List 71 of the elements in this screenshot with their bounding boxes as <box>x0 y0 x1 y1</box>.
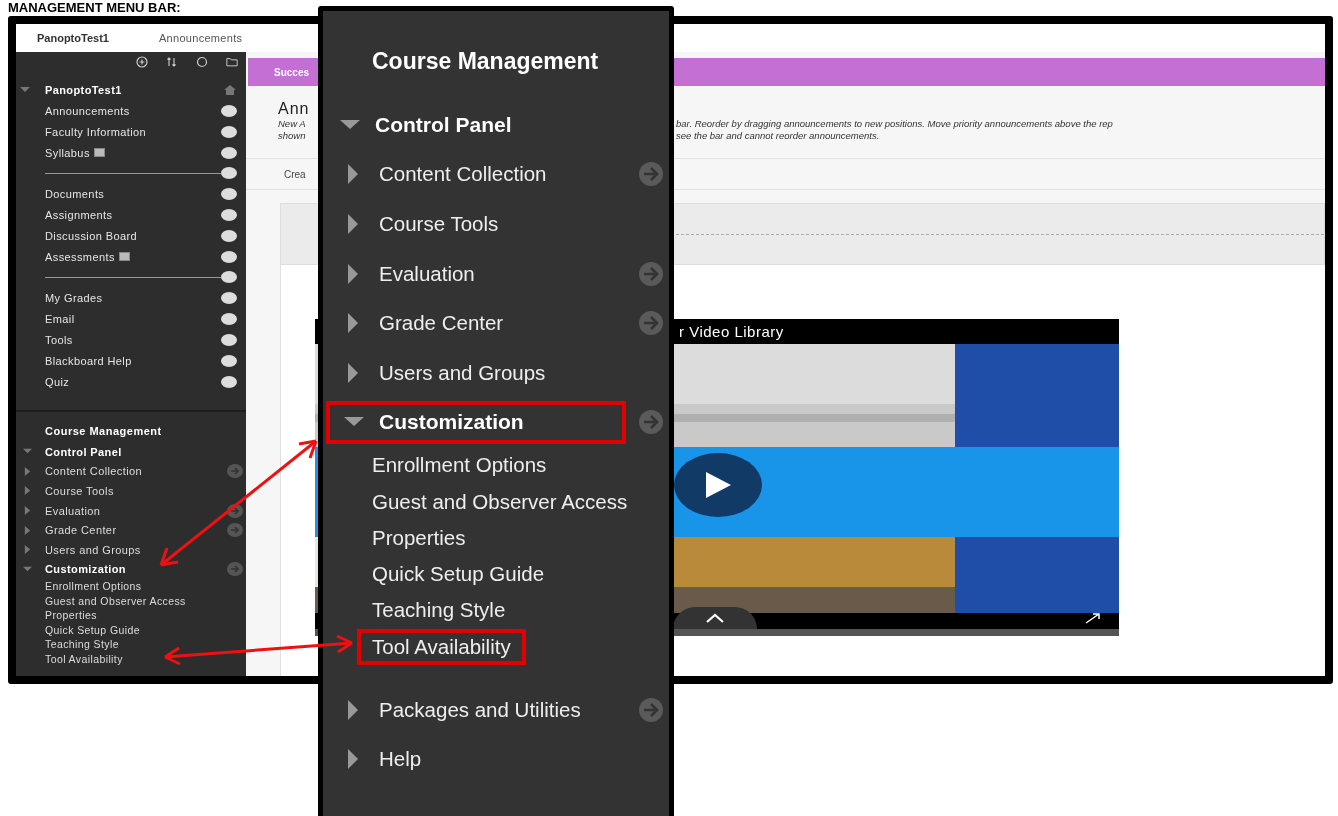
section-heading: MANAGEMENT MENU BAR: <box>8 0 182 16</box>
submenu-item[interactable]: Quick Setup Guide <box>45 623 140 636</box>
create-button[interactable]: Crea <box>284 168 306 180</box>
menu-item[interactable]: Evaluation <box>45 504 101 517</box>
menu-item[interactable]: Users and Groups <box>379 360 546 385</box>
refresh-icon[interactable] <box>196 56 208 68</box>
menu-item[interactable]: Discussion Board <box>45 229 137 242</box>
menu-item[interactable]: Documents <box>45 187 105 200</box>
menu-item[interactable]: Customization <box>379 410 524 435</box>
submenu-item[interactable]: Quick Setup Guide <box>372 562 545 587</box>
submenu-item[interactable]: Enrollment Options <box>372 453 547 478</box>
add-icon[interactable] <box>136 56 148 68</box>
description-text: bar. Reorder by dragging announcements to new positions. Move priority announcements above the rep <box>676 118 1113 130</box>
submenu-item[interactable]: Properties <box>372 525 466 550</box>
menu-item[interactable]: Syllabus <box>45 146 90 159</box>
submenu-item[interactable]: Guest and Observer Access <box>372 489 628 514</box>
menu-item[interactable]: Control Panel <box>375 112 512 137</box>
caret-down-icon[interactable] <box>23 564 32 574</box>
menu-item[interactable]: Course Tools <box>379 212 499 236</box>
menu-item[interactable]: Announcements <box>45 104 130 117</box>
banner-text: Succes <box>274 66 310 78</box>
diagonal-arrow-icon[interactable] <box>1085 612 1101 624</box>
caret-right-icon[interactable] <box>23 525 32 535</box>
menu-item[interactable]: Help <box>379 747 422 772</box>
menu-item[interactable]: Quiz <box>45 375 70 388</box>
menu-item[interactable]: Content Collection <box>45 465 143 478</box>
menu-item[interactable]: Course Tools <box>45 485 114 497</box>
description-text: New A <box>278 118 306 130</box>
expand-controls-button[interactable] <box>673 607 757 629</box>
submenu-item[interactable]: Enrollment Options <box>45 580 142 593</box>
arrow-circle-icon[interactable] <box>227 503 243 518</box>
menu-item[interactable]: Customization <box>45 563 126 576</box>
submenu-item[interactable]: Tool Availability <box>45 652 123 665</box>
submenu-item[interactable]: Teaching Style <box>372 598 506 623</box>
caret-right-icon[interactable] <box>23 486 32 496</box>
play-icon <box>703 470 733 500</box>
description-text: shown <box>278 130 306 142</box>
menu-item[interactable]: Faculty Information <box>45 125 147 138</box>
menu-item[interactable]: Grade Center <box>379 311 504 336</box>
description-text: see the bar and cannot reorder announcements. <box>676 130 881 142</box>
video-title: r Video Library <box>679 323 784 340</box>
home-icon[interactable] <box>223 84 237 96</box>
page-breadcrumb[interactable]: Announcements <box>158 32 243 44</box>
course-breadcrumb[interactable]: PanoptoTest1 <box>37 32 109 44</box>
menu-item[interactable]: Grade Center <box>45 524 117 537</box>
menu-item[interactable]: Evaluation <box>379 261 475 286</box>
menu-item[interactable]: Content Collection <box>379 162 547 187</box>
menu-item[interactable]: Control Panel <box>45 445 122 458</box>
caret-right-icon[interactable] <box>23 506 32 516</box>
section-title: Course Management <box>44 424 163 439</box>
caret-right-icon[interactable] <box>23 466 32 476</box>
menu-item[interactable]: Packages and Utilities <box>379 697 581 722</box>
submenu-item[interactable]: Tool Availability <box>357 628 526 665</box>
caret-right-icon[interactable] <box>23 545 32 555</box>
menu-item[interactable]: Email <box>45 312 75 325</box>
folder-icon[interactable] <box>226 56 238 68</box>
course-title[interactable]: PanoptoTest1 <box>45 84 122 96</box>
menu-item[interactable]: Blackboard Help <box>45 354 132 367</box>
section-title: Course Management <box>371 47 600 76</box>
menu-item[interactable]: Assignments <box>45 208 113 221</box>
menu-item[interactable]: Assessments <box>45 250 115 263</box>
sort-icon[interactable] <box>166 56 178 68</box>
submenu-item[interactable]: Teaching Style <box>45 638 119 651</box>
caret-down-icon[interactable] <box>20 87 30 93</box>
submenu-item[interactable]: Properties <box>45 609 97 622</box>
page-title: Ann <box>278 100 311 118</box>
submenu-item[interactable]: Guest and Observer Access <box>45 594 186 607</box>
menu-item[interactable]: Users and Groups <box>45 543 141 556</box>
menu-item[interactable]: My Grades <box>45 291 103 304</box>
menu-item[interactable]: Tools <box>45 333 73 346</box>
chevron-up-icon <box>705 613 725 623</box>
